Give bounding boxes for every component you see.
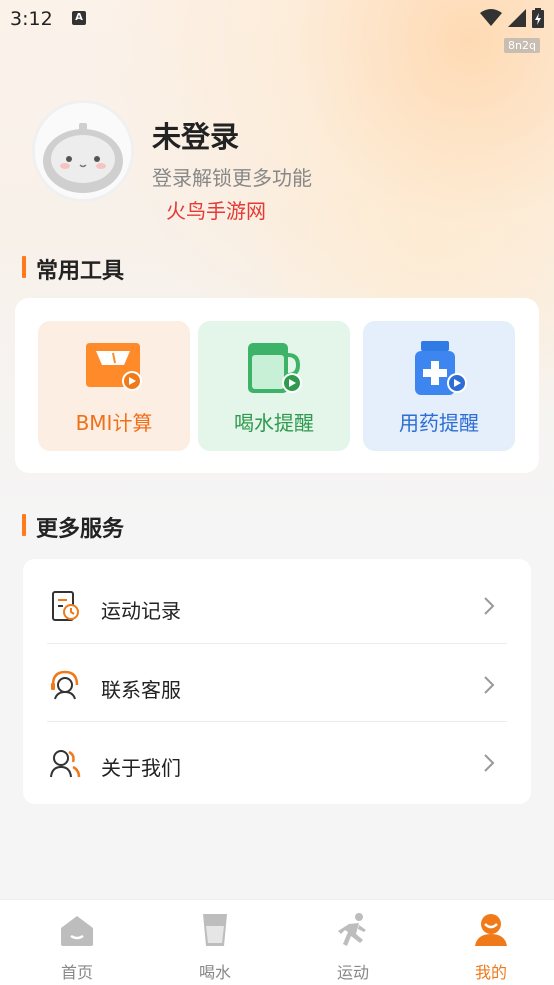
nav-label-exercise: 运动 — [336, 963, 369, 982]
chevron-right-icon — [484, 597, 495, 615]
status-right-icons — [480, 8, 544, 28]
battery-icon — [532, 8, 544, 28]
service-label-about-us: 关于我们 — [101, 756, 181, 780]
nav-label-home: 首页 — [60, 963, 93, 982]
site-watermark-text: 火鸟手游网 — [166, 199, 266, 223]
robot-avatar-icon — [35, 103, 131, 199]
nav-label-mine: 我的 — [474, 963, 507, 982]
service-label-exercise-record: 运动记录 — [101, 599, 181, 623]
username[interactable]: 未登录 — [152, 114, 239, 156]
chevron-right-icon — [484, 676, 495, 694]
scale-icon — [86, 343, 142, 391]
bottom-nav: 首页 喝水 运动 我的 — [0, 899, 554, 985]
avatar[interactable] — [32, 100, 134, 202]
tools-card: BMI计算 喝水提醒 用药提醒 — [15, 298, 539, 473]
service-label-customer-service: 联系客服 — [101, 678, 181, 702]
bmi-calculator-tool[interactable]: BMI计算 — [38, 321, 190, 451]
home-icon — [61, 916, 93, 946]
watermark-tag: 8n2q — [504, 38, 540, 53]
notification-a-icon: A — [72, 11, 86, 25]
signal-icon — [508, 9, 526, 27]
wifi-icon — [480, 9, 502, 26]
tools-section-title: 常用工具 — [22, 253, 124, 285]
service-row-about-us[interactable]: 关于我们 — [47, 721, 507, 799]
services-section-title: 更多服务 — [22, 511, 124, 543]
services-card: 运动记录 联系客服 关于我们 — [23, 559, 531, 804]
exercise-record-icon — [52, 591, 79, 621]
medicine-bottle-icon — [415, 341, 467, 395]
service-row-exercise-record[interactable]: 运动记录 — [47, 565, 507, 643]
water-tool-label: 喝水提醒 — [234, 411, 314, 435]
nav-tab-mine[interactable]: 我的 — [422, 900, 554, 985]
water-cup-icon — [248, 343, 302, 393]
nav-label-water: 喝水 — [198, 963, 231, 982]
nav-tab-exercise[interactable]: 运动 — [284, 900, 422, 985]
status-time: 3:12 — [10, 8, 53, 30]
profile-icon — [475, 914, 507, 946]
customer-service-icon — [51, 670, 79, 700]
medicine-tool-label: 用药提醒 — [399, 411, 479, 435]
service-row-customer-service[interactable]: 联系客服 — [47, 643, 507, 721]
water-icon — [203, 914, 227, 946]
nav-tab-home[interactable]: 首页 — [8, 900, 146, 985]
bmi-tool-label: BMI计算 — [75, 411, 153, 435]
running-icon — [338, 913, 366, 946]
water-reminder-tool[interactable]: 喝水提醒 — [198, 321, 350, 451]
login-hint: 登录解锁更多功能 — [152, 166, 312, 190]
chevron-right-icon — [484, 754, 495, 772]
about-us-icon — [50, 750, 81, 778]
status-bar: 3:12 A 8n2q — [0, 0, 554, 53]
medicine-reminder-tool[interactable]: 用药提醒 — [363, 321, 515, 451]
nav-tab-water[interactable]: 喝水 — [146, 900, 284, 985]
